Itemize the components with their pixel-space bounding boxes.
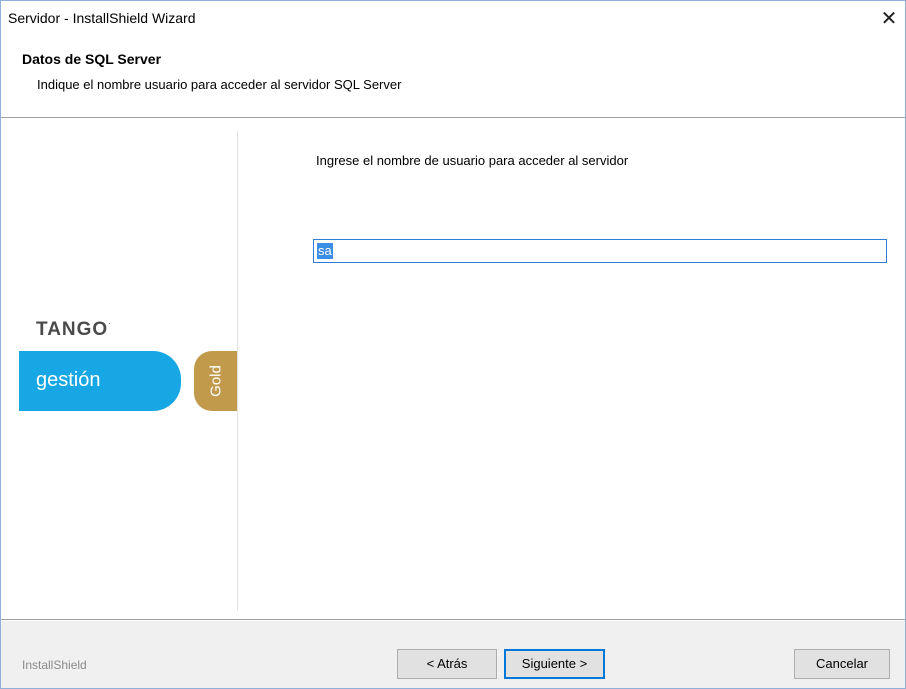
close-icon[interactable]: ✕ — [875, 9, 903, 31]
gestion-badge: gestión — [19, 351, 181, 411]
next-button[interactable]: Siguiente > — [504, 649, 605, 679]
wizard-body: TANGO· gestión Gold Ingrese el nombre de… — [1, 119, 905, 619]
wizard-footer: InstallShield < Atrás Siguiente > Cancel… — [1, 621, 905, 688]
tango-logo-mark: · — [108, 319, 112, 328]
installshield-brand: InstallShield — [22, 658, 87, 672]
product-name: gestión — [36, 369, 101, 391]
tango-logo: TANGO· — [36, 319, 112, 341]
cancel-button[interactable]: Cancelar — [794, 649, 890, 679]
username-input[interactable]: sa — [313, 239, 887, 263]
username-prompt: Ingrese el nombre de usuario para accede… — [316, 153, 629, 168]
gold-edition-tab: Gold — [194, 351, 237, 411]
edition-label: Gold — [207, 365, 225, 397]
page-title: Datos de SQL Server — [22, 51, 162, 67]
installer-window: Servidor - InstallShield Wizard ✕ Datos … — [0, 0, 906, 689]
tango-logo-text: TANGO — [36, 319, 109, 340]
username-input-value[interactable]: sa — [317, 243, 333, 259]
wizard-header: Datos de SQL Server Indique el nombre us… — [1, 35, 905, 117]
branding-panel: TANGO· gestión Gold — [1, 119, 237, 619]
page-subtitle: Indique el nombre usuario para acceder a… — [37, 77, 402, 92]
pane-divider — [237, 131, 238, 611]
window-title: Servidor - InstallShield Wizard — [8, 10, 196, 26]
back-button[interactable]: < Atrás — [397, 649, 497, 679]
title-bar: Servidor - InstallShield Wizard ✕ — [1, 1, 905, 35]
